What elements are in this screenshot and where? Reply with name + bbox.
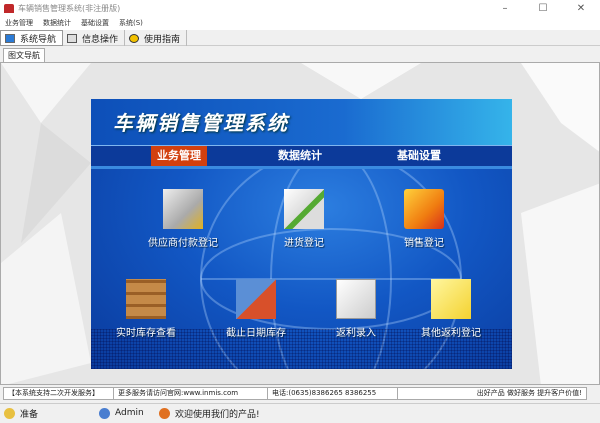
info-dev-service: 【本系统支持二次开发服务】 (4, 388, 114, 399)
ready-icon (4, 407, 15, 419)
panel-nav-business[interactable]: 业务管理 (151, 146, 207, 166)
item-label: 进货登记 (284, 238, 324, 249)
stock-by-date-button[interactable]: 截止日期库存 (201, 279, 311, 339)
menu-stats[interactable]: 数据统计 (38, 17, 76, 30)
info-phone: 电话:(0635)8386265 8386255 (268, 388, 398, 399)
panel-nav: 业务管理 数据统计 基础设置 (91, 145, 512, 169)
menu-business[interactable]: 业务管理 (0, 17, 38, 30)
toolbar-label: 使用指南 (144, 34, 181, 45)
app-icon (4, 4, 14, 13)
toolbar-info-button[interactable]: 信息操作 (63, 30, 126, 46)
maximize-button[interactable]: ☐ (524, 0, 562, 17)
menu-system[interactable]: 系统(S) (114, 17, 148, 30)
supplier-payment-button[interactable]: 供应商付款登记 (128, 189, 238, 249)
menu-bar: 业务管理 数据统计 基础设置 系统(S) (0, 17, 600, 30)
toolbar-nav-button[interactable]: 系统导航 (0, 30, 64, 46)
toolbar: 系统导航 信息操作 使用指南 (0, 30, 600, 46)
purchase-register-button[interactable]: 进货登记 (249, 189, 359, 249)
status-ready: 准备 (0, 404, 95, 423)
toolbar-label: 系统导航 (20, 34, 57, 45)
panel-nav-settings[interactable]: 基础设置 (397, 146, 441, 166)
help-icon (129, 33, 140, 43)
status-text: Admin (115, 408, 144, 418)
crate-icon (126, 279, 166, 319)
tab-row: 图文导航 (0, 47, 600, 63)
note-pencil-icon (431, 279, 471, 319)
status-user: Admin (95, 404, 155, 423)
status-text: 欢迎使用我们的产品! (175, 409, 260, 420)
item-label: 截止日期库存 (226, 328, 286, 339)
info-slogan: 出好产品 做好服务 提升客户价值! (476, 389, 582, 397)
item-label: 供应商付款登记 (148, 238, 218, 249)
info-bar: 【本系统支持二次开发服务】 更多服务请访问官网:www.inmis.com 电话… (3, 387, 587, 400)
status-bar: 准备 Admin 欢迎使用我们的产品! (0, 403, 600, 422)
panel-nav-stats[interactable]: 数据统计 (278, 146, 322, 166)
status-text: 准备 (20, 409, 39, 420)
user-icon (99, 407, 110, 419)
welcome-icon (159, 407, 170, 419)
document-edit-icon (336, 279, 376, 319)
folder-icon (404, 189, 444, 229)
rebate-entry-button[interactable]: 返利录入 (301, 279, 411, 339)
toolbar-label: 信息操作 (82, 34, 119, 45)
realtime-stock-button[interactable]: 实时库存查看 (91, 279, 201, 339)
pencil-note-icon (284, 189, 324, 229)
item-label: 实时库存查看 (116, 328, 176, 339)
item-label: 其他返利登记 (421, 328, 481, 339)
window-title: 车辆销售管理系统(非注册版) (18, 4, 121, 13)
panel-title: 车辆销售管理系统 (113, 111, 289, 135)
sales-register-button[interactable]: 销售登记 (369, 189, 479, 249)
nav-panel: 车辆销售管理系统 业务管理 数据统计 基础设置 供应商付款登记 进货登记 销售登… (91, 99, 512, 369)
menu-settings[interactable]: 基础设置 (76, 17, 114, 30)
title-bar: 车辆销售管理系统(非注册版) – ☐ ✕ (0, 0, 600, 17)
minimize-button[interactable]: – (486, 0, 524, 17)
nav-icon (5, 33, 15, 43)
content-area: 车辆销售管理系统 业务管理 数据统计 基础设置 供应商付款登记 进货登记 销售登… (0, 62, 600, 385)
status-welcome: 欢迎使用我们的产品! (155, 404, 260, 423)
tab-graphic-nav[interactable]: 图文导航 (3, 48, 45, 63)
scroll-icon (163, 189, 203, 229)
other-rebate-button[interactable]: 其他返利登记 (396, 279, 506, 339)
info-website: 更多服务请访问官网:www.inmis.com (114, 388, 268, 399)
info-icon (67, 33, 78, 43)
toolbar-help-button[interactable]: 使用指南 (125, 30, 188, 46)
house-book-icon (236, 279, 276, 319)
item-label: 返利录入 (336, 328, 376, 339)
close-button[interactable]: ✕ (562, 0, 600, 17)
item-label: 销售登记 (404, 238, 444, 249)
